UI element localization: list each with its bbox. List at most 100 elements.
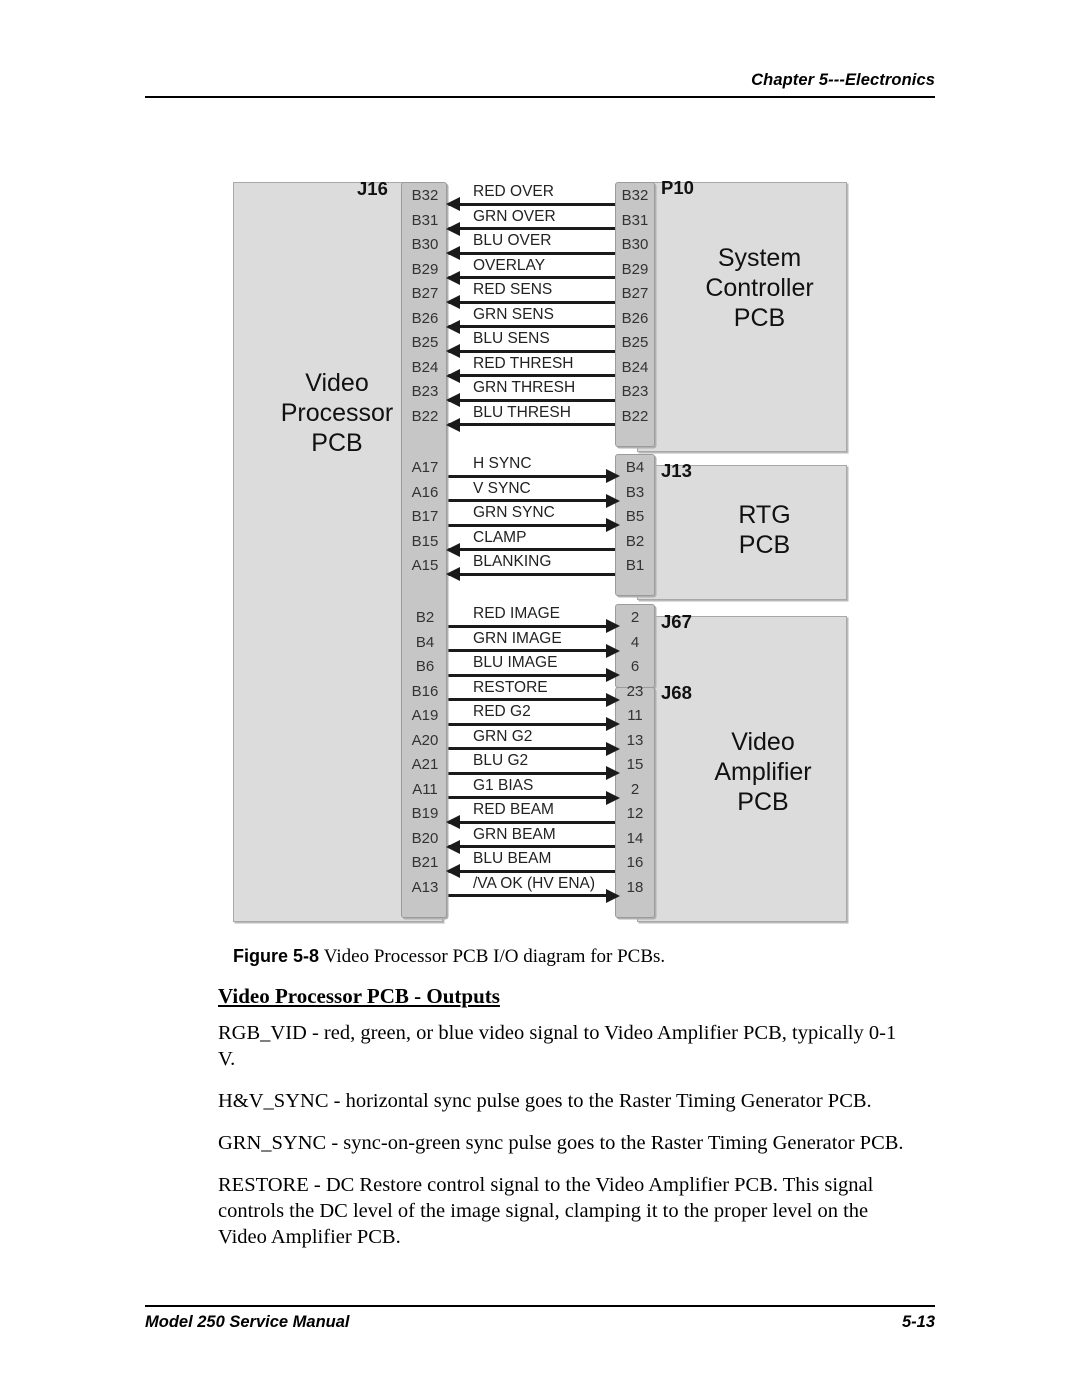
pin-label-right: B2 bbox=[625, 532, 645, 550]
pin-label-right: B24 bbox=[621, 358, 649, 376]
signal-line bbox=[447, 747, 619, 750]
pin-label-left: A15 bbox=[411, 557, 439, 574]
signal-line bbox=[447, 698, 619, 701]
pin-label-right: 2 bbox=[630, 780, 640, 798]
pin-label-left: B25 bbox=[411, 334, 439, 351]
chapter-header-text: Chapter 5---Electronics bbox=[751, 71, 935, 89]
signal-line bbox=[447, 423, 619, 426]
pin-label-right: B26 bbox=[621, 309, 649, 327]
video-processor-io-diagram: Video Processor PCB System Controller PC… bbox=[233, 177, 847, 922]
connector-label-j68: J68 bbox=[661, 682, 692, 703]
signal-line bbox=[447, 548, 619, 551]
pin-label-left: B26 bbox=[411, 309, 439, 327]
pin-label-right: 11 bbox=[627, 707, 643, 724]
pin-label-right: 23 bbox=[626, 682, 644, 700]
pin-label-right: B23 bbox=[621, 383, 649, 400]
footer-manual-title: Model 250 Service Manual bbox=[145, 1313, 350, 1331]
signal-name: G1 BIAS bbox=[473, 776, 534, 794]
connector-label-j16: J16 bbox=[357, 178, 388, 199]
signal-line bbox=[447, 474, 619, 478]
signal-line bbox=[447, 624, 619, 628]
pin-label-left: A17 bbox=[411, 459, 439, 476]
signal-name: RED IMAGE bbox=[473, 605, 560, 622]
page-header: Chapter 5---Electronics bbox=[145, 58, 935, 98]
pin-label-left: B29 bbox=[411, 260, 439, 278]
connector-label-j67: J67 bbox=[661, 611, 692, 632]
signal-arrow-left bbox=[446, 839, 460, 854]
block-video-amplifier-pcb: Video Amplifier PCB bbox=[637, 616, 847, 922]
pin-label-right: 18 bbox=[626, 878, 644, 896]
connector-label-p10: P10 bbox=[661, 177, 694, 198]
pin-label-right: 4 bbox=[630, 633, 640, 651]
signal-arrow-right bbox=[606, 469, 620, 483]
signal-line bbox=[447, 523, 619, 527]
signal-line bbox=[447, 869, 619, 873]
pin-label-right: 2 bbox=[630, 609, 640, 626]
pin-label-right: B22 bbox=[621, 407, 649, 425]
pin-label-left: A16 bbox=[411, 483, 439, 501]
signal-arrow-left bbox=[446, 246, 460, 260]
pin-label-left: B16 bbox=[411, 682, 439, 700]
signal-name: BLU BEAM bbox=[473, 850, 552, 867]
signal-name: BLU THRESH bbox=[473, 403, 571, 421]
signal-name: GRN OVER bbox=[473, 207, 556, 225]
signal-line bbox=[447, 796, 619, 799]
signal-name: BLU G2 bbox=[473, 752, 529, 769]
signal-line bbox=[447, 398, 619, 402]
pin-label-right: B3 bbox=[625, 483, 645, 501]
pin-label-right: 12 bbox=[626, 805, 644, 822]
pin-label-left: B20 bbox=[411, 829, 439, 847]
pin-label-left: B19 bbox=[411, 805, 439, 822]
signal-name: GRN IMAGE bbox=[473, 629, 562, 647]
signal-name: GRN BEAM bbox=[473, 825, 556, 843]
signal-arrow-right bbox=[606, 766, 620, 780]
signal-arrow-left bbox=[446, 197, 460, 211]
pin-label-left: B23 bbox=[411, 383, 439, 400]
signal-name: OVERLAY bbox=[473, 256, 546, 274]
pin-label-left: A19 bbox=[411, 707, 439, 724]
pin-label-left: B6 bbox=[415, 658, 435, 675]
signal-arrow-right bbox=[606, 619, 620, 633]
pin-label-right: B5 bbox=[625, 508, 645, 525]
body-paragraph: RESTORE - DC Restore control signal to t… bbox=[218, 1174, 874, 1248]
signal-name: CLAMP bbox=[473, 528, 527, 546]
signal-arrow-right bbox=[606, 790, 620, 805]
signal-name: GRN G2 bbox=[473, 727, 533, 745]
signal-arrow-right bbox=[606, 493, 620, 508]
pin-label-left: B17 bbox=[411, 508, 439, 525]
section-heading: Video Processor PCB - Outputs bbox=[218, 984, 500, 1008]
signal-line bbox=[447, 349, 619, 353]
pin-label-left: B27 bbox=[411, 285, 439, 302]
pin-label-left: B21 bbox=[411, 854, 439, 871]
signal-name: /VA OK (HV ENA) bbox=[473, 874, 596, 892]
signal-name: RED OVER bbox=[473, 183, 554, 200]
pin-label-right: 16 bbox=[626, 854, 644, 871]
signal-name: RED G2 bbox=[473, 703, 531, 720]
signal-arrow-right bbox=[606, 668, 620, 682]
signal-line bbox=[447, 227, 619, 230]
pin-label-left: B22 bbox=[411, 407, 439, 425]
signal-name: GRN THRESH bbox=[473, 379, 576, 396]
block-rtg-label: RTG PCB bbox=[738, 501, 791, 559]
signal-arrow-right bbox=[606, 518, 620, 532]
signal-line bbox=[447, 202, 619, 206]
signal-arrow-left bbox=[446, 344, 460, 358]
pin-label-right: B4 bbox=[625, 459, 645, 476]
signal-arrow-right bbox=[606, 888, 620, 903]
pin-label-left: B2 bbox=[415, 609, 435, 626]
signal-name: RED SENS bbox=[473, 281, 553, 298]
signal-arrow-left bbox=[446, 542, 460, 557]
signal-line bbox=[447, 325, 619, 328]
pin-label-right: B1 bbox=[625, 557, 645, 574]
signal-line bbox=[447, 251, 619, 255]
figure-number: Figure 5-8 bbox=[233, 946, 320, 966]
pin-label-left: A21 bbox=[411, 756, 439, 773]
block-system-controller-label: System Controller PCB bbox=[705, 244, 814, 332]
pin-label-left: B4 bbox=[415, 633, 435, 651]
section-body: RGB_VID - red, green, or blue video sign… bbox=[218, 1020, 918, 1266]
footer-page-number: 5-13 bbox=[901, 1313, 935, 1331]
signal-arrow-right bbox=[606, 692, 620, 707]
signal-line bbox=[447, 374, 619, 377]
block-video-amplifier-label: Video Amplifier PCB bbox=[714, 728, 812, 816]
signal-arrow-left bbox=[446, 221, 460, 236]
